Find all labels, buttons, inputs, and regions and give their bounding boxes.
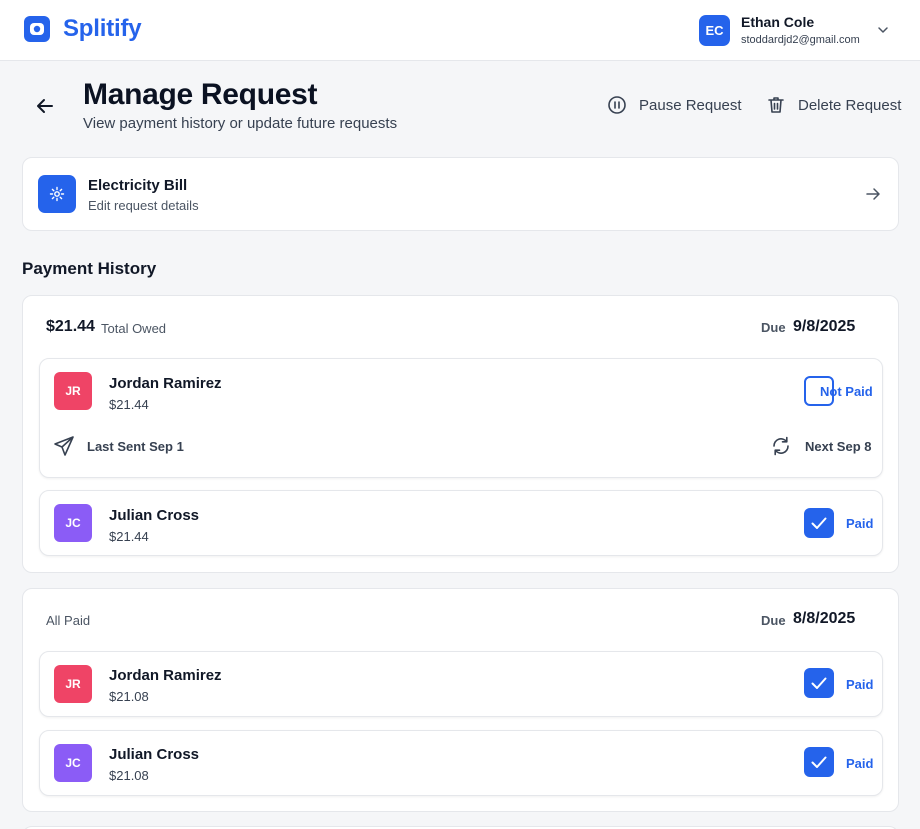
payment-history-heading: Payment History xyxy=(22,259,157,278)
delete-request-button[interactable]: Delete Request xyxy=(766,94,901,116)
all-paid-label: All Paid xyxy=(46,613,91,628)
member-row: JR Jordan Ramirez $21.08 Paid xyxy=(39,651,883,717)
member-row: JC Julian Cross $21.08 Paid xyxy=(39,730,883,796)
user-name: Ethan Cole xyxy=(741,14,815,30)
splitify-logo-icon[interactable] xyxy=(24,16,50,42)
pause-icon xyxy=(608,96,626,114)
arrow-right-icon[interactable] xyxy=(864,185,882,203)
page-subtitle: View payment history or update future re… xyxy=(83,115,398,132)
payment-period-card: All Paid Due 8/8/2025 JR Jordan Ramirez … xyxy=(22,588,899,812)
member-avatar: JC xyxy=(54,504,92,542)
paid-checkbox[interactable] xyxy=(804,668,834,698)
chevron-down-icon[interactable] xyxy=(876,23,890,37)
total-owed-label: Total Owed xyxy=(101,321,167,336)
back-arrow-icon[interactable] xyxy=(34,95,56,117)
bill-title: Electricity Bill xyxy=(88,177,188,194)
bill-details-card[interactable]: Electricity Bill Edit request details xyxy=(22,157,899,231)
member-name: Julian Cross xyxy=(109,507,200,524)
brand-name[interactable]: Splitify xyxy=(63,15,142,43)
member-avatar: JR xyxy=(54,665,92,703)
check-icon xyxy=(811,677,827,689)
last-sent-text: Last Sent Sep 1 xyxy=(87,439,184,454)
bill-icon-badge xyxy=(38,175,76,213)
bill-subtitle: Edit request details xyxy=(88,198,199,213)
next-send-text: Next Sep 8 xyxy=(805,439,872,454)
payment-status: Paid xyxy=(846,756,874,771)
check-icon xyxy=(811,517,827,529)
member-name: Julian Cross xyxy=(109,746,200,763)
due-date: 9/8/2025 xyxy=(793,318,856,335)
trash-icon xyxy=(768,97,784,113)
member-amount: $21.44 xyxy=(109,397,149,412)
payment-status: Paid xyxy=(846,516,874,531)
member-row: JC Julian Cross $21.44 Paid xyxy=(39,490,883,556)
member-row: JR Jordan Ramirez $21.44 Not Paid Last S… xyxy=(39,358,883,478)
user-email: stoddardjd2@gmail.com xyxy=(741,34,860,46)
paid-checkbox[interactable] xyxy=(804,747,834,777)
member-name: Jordan Ramirez xyxy=(109,375,222,392)
payment-period-card: $21.44 Total Owed Due 9/8/2025 JR Jordan… xyxy=(22,295,899,573)
pause-request-label: Pause Request xyxy=(639,96,742,114)
member-amount: $21.08 xyxy=(109,689,149,704)
payment-status: Paid xyxy=(846,677,874,692)
page-title: Manage Request xyxy=(83,78,318,111)
refresh-icon xyxy=(773,436,789,456)
payment-status: Not Paid xyxy=(820,384,873,399)
member-amount: $21.08 xyxy=(109,768,149,783)
member-amount: $21.44 xyxy=(109,529,149,544)
pause-request-button[interactable]: Pause Request xyxy=(607,94,742,116)
due-date: 8/8/2025 xyxy=(793,610,856,627)
member-avatar: JR xyxy=(54,372,92,410)
paid-checkbox[interactable] xyxy=(804,508,834,538)
member-name: Jordan Ramirez xyxy=(109,667,222,684)
send-icon xyxy=(54,436,74,456)
member-avatar: JC xyxy=(54,744,92,782)
total-owed-amount: $21.44 xyxy=(46,318,95,335)
gear-icon xyxy=(49,186,65,202)
user-avatar[interactable]: EC xyxy=(699,15,730,46)
due-label: Due xyxy=(761,320,786,335)
check-icon xyxy=(811,756,827,768)
top-bar: Splitify EC Ethan Cole stoddardjd2@gmail… xyxy=(0,0,920,61)
delete-request-label: Delete Request xyxy=(798,96,902,114)
due-label: Due xyxy=(761,613,786,628)
